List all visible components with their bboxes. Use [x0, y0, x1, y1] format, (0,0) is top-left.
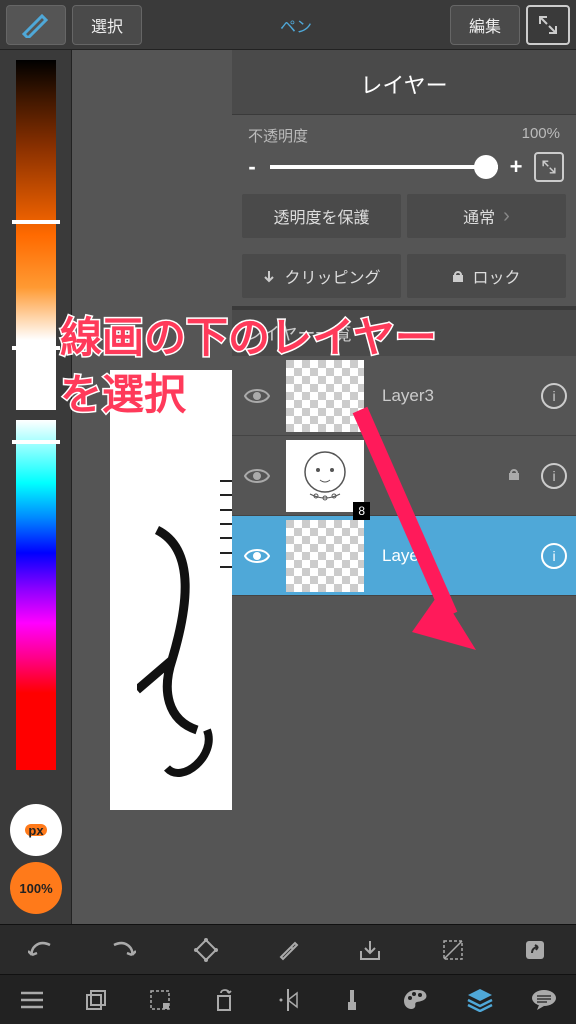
- layers-button[interactable]: [460, 980, 500, 1020]
- chevron-right-icon: ›: [503, 205, 510, 228]
- layer-info-button[interactable]: i: [532, 463, 576, 489]
- fullscreen-button[interactable]: [526, 5, 570, 45]
- opacity-label: 不透明度: [248, 125, 308, 146]
- canvas-area[interactable]: [72, 50, 232, 924]
- opacity-plus[interactable]: +: [508, 154, 524, 180]
- palette-button[interactable]: [396, 980, 436, 1020]
- eyedropper-button[interactable]: [268, 930, 308, 970]
- chat-button[interactable]: [524, 980, 564, 1020]
- copy-button[interactable]: [76, 980, 116, 1020]
- transform-button[interactable]: [186, 930, 226, 970]
- brush-icon: [20, 12, 52, 38]
- lock-icon: [508, 467, 532, 484]
- protect-alpha-button[interactable]: 透明度を保護: [242, 194, 401, 238]
- opacity-expand[interactable]: [534, 152, 564, 182]
- undo-button[interactable]: [21, 930, 61, 970]
- layer-info-button[interactable]: i: [532, 543, 576, 569]
- save-button[interactable]: [350, 930, 390, 970]
- eye-icon: [244, 467, 270, 485]
- blend-mode-button[interactable]: 通常›: [407, 194, 566, 238]
- rotate-button[interactable]: [204, 980, 244, 1020]
- hue-slider[interactable]: [16, 420, 56, 770]
- brush-tool-button[interactable]: [332, 980, 372, 1020]
- opacity-slider[interactable]: [270, 165, 498, 169]
- opacity-value: 100%: [522, 125, 560, 146]
- lock-button[interactable]: ロック: [407, 254, 566, 298]
- brush-selector[interactable]: [6, 5, 66, 45]
- visibility-toggle[interactable]: [232, 467, 282, 485]
- expand-icon: [537, 14, 559, 36]
- left-slider-column: px 100%: [0, 50, 72, 924]
- layer-info-button[interactable]: i: [532, 383, 576, 409]
- share-button[interactable]: [515, 930, 555, 970]
- tool-bar-1: [0, 924, 576, 974]
- opacity-minus[interactable]: -: [244, 154, 260, 180]
- selection-rect-button[interactable]: [433, 930, 473, 970]
- flip-button[interactable]: [268, 980, 308, 1020]
- brush-size-slider[interactable]: [16, 60, 56, 410]
- menu-button[interactable]: [12, 980, 52, 1020]
- annotation-text: 線画の下のレイヤー を選択: [60, 310, 437, 423]
- marquee-button[interactable]: [140, 980, 180, 1020]
- expand-icon: [541, 159, 557, 175]
- clipping-button[interactable]: クリッピング: [242, 254, 401, 298]
- lock-icon: [452, 269, 464, 283]
- clipping-icon: [262, 269, 276, 283]
- tool-bar-2: [0, 974, 576, 1024]
- brush-size-indicator[interactable]: px: [10, 804, 62, 856]
- opacity-indicator[interactable]: 100%: [10, 862, 62, 914]
- edit-button[interactable]: 編集: [450, 5, 520, 45]
- pen-tab[interactable]: ペン: [252, 5, 340, 45]
- panel-title: レイヤー: [232, 50, 576, 115]
- select-button[interactable]: 選択: [72, 5, 142, 45]
- annotation-arrow: [320, 400, 500, 660]
- redo-button[interactable]: [103, 930, 143, 970]
